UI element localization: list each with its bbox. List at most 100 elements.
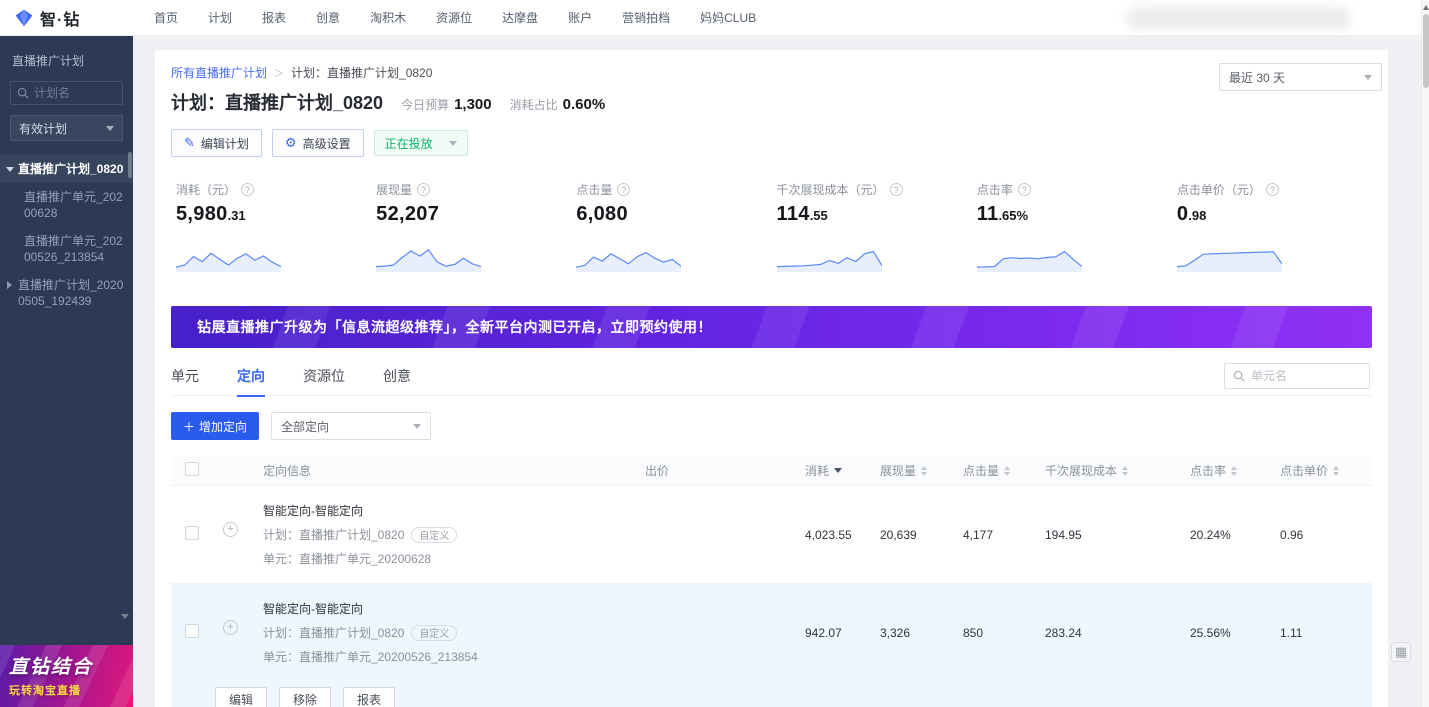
row-checkbox[interactable] — [185, 526, 199, 540]
breadcrumb-all-plans-link[interactable]: 所有直播推广计划 — [171, 64, 267, 81]
targeting-table: 定向信息 出价 消耗 展现量 点击量 千次展现成本 点击率 点击单价 + 智能定… — [171, 456, 1372, 707]
help-icon[interactable]: ? — [417, 183, 430, 196]
scrollbar-thumb[interactable] — [1423, 14, 1429, 88]
metric-clicks: 点击量 ? 6,080 — [571, 181, 771, 272]
add-targeting-button[interactable]: ＋ 增加定向 — [171, 412, 259, 440]
upgrade-notice-banner[interactable]: 钻展直播推广升级为「信息流超级推荐」，全新平台内测已开启，立即预约使用！ — [171, 306, 1372, 348]
nav-item-placement[interactable]: 资源位 — [436, 9, 472, 26]
plan-search-box[interactable] — [10, 81, 123, 105]
targeting-filter-select[interactable]: 全部定向 — [271, 412, 431, 440]
row-plan-label: 计划：直播推广计划_0820 — [263, 624, 404, 641]
promo-banner[interactable]: 直钻结合 玩转淘宝直播 — [0, 645, 133, 707]
tab-units[interactable]: 单元 — [171, 356, 199, 396]
row-plan-label: 计划：直播推广计划_0820 — [263, 526, 404, 543]
content-panel: 所有直播推广计划 ＞ 计划：直播推广计划_0820 最近 30 天 计划：直播推… — [155, 50, 1388, 707]
unit-search-input[interactable] — [1251, 369, 1361, 383]
tree-item-label: 直播推广计划_20200505_192439 — [18, 278, 123, 308]
tree-item-campaign-20200505[interactable]: 直播推广计划_20200505_192439 — [0, 271, 133, 315]
tab-creatives[interactable]: 创意 — [383, 356, 411, 396]
search-icon — [1233, 370, 1245, 382]
sidebar-scroll-down-icon[interactable] — [121, 614, 129, 619]
edit-plan-button[interactable]: ✎ 编辑计划 — [171, 129, 262, 157]
cell-clicks: 850 — [963, 626, 1045, 640]
table-header-row: 定向信息 出价 消耗 展现量 点击量 千次展现成本 点击率 点击单价 — [171, 456, 1372, 486]
promo-subtitle: 玩转淘宝直播 — [9, 682, 124, 698]
tree-item-label: 直播推广单元_20200628 — [24, 190, 123, 220]
tab-targeting[interactable]: 定向 — [237, 356, 265, 396]
sort-icon[interactable] — [921, 466, 927, 476]
sort-icon[interactable] — [1333, 466, 1339, 476]
breadcrumb-current: 计划：直播推广计划_0820 — [291, 64, 432, 81]
nav-item-home[interactable]: 首页 — [154, 9, 178, 26]
tab-placements[interactable]: 资源位 — [303, 356, 345, 396]
metric-cost: 消耗（元） ? 5,980.31 — [171, 181, 371, 272]
topbar: 智·钻 首页 计划 报表 创意 淘积木 资源位 达摩盘 账户 营销拍档 妈妈CL… — [0, 0, 1429, 36]
breadcrumb-separator: ＞ — [274, 65, 284, 80]
col-ctr[interactable]: 点击率 — [1190, 462, 1226, 479]
detail-tabs: 单元 定向 资源位 创意 — [171, 356, 1372, 396]
nav-item-account[interactable]: 账户 — [568, 9, 592, 26]
tree-item-unit-20200526[interactable]: 直播推广单元_20200526_213854 — [0, 227, 133, 271]
chevron-down-icon — [106, 126, 114, 131]
app-logo[interactable]: 智·钻 — [0, 6, 140, 30]
nav-item-marketing-partner[interactable]: 营销拍档 — [622, 9, 670, 26]
cell-ctr: 25.56% — [1190, 626, 1280, 640]
plan-status-filter[interactable]: 有效计划 — [10, 115, 123, 141]
nav-item-damopan[interactable]: 达摩盘 — [502, 9, 538, 26]
sort-icon[interactable] — [1231, 466, 1237, 476]
help-icon[interactable]: ? — [890, 183, 903, 196]
help-icon[interactable]: ? — [1266, 183, 1279, 196]
chevron-down-icon[interactable] — [6, 167, 14, 172]
campaign-tree: 直播推广计划_0820 直播推广单元_20200628 直播推广单元_20200… — [0, 155, 133, 315]
cell-cost: 4,023.55 — [805, 528, 880, 542]
col-impressions[interactable]: 展现量 — [880, 462, 916, 479]
col-cost[interactable]: 消耗 — [805, 462, 829, 479]
tree-item-campaign-0820[interactable]: 直播推广计划_0820 — [0, 155, 133, 183]
date-range-select[interactable]: 最近 30 天 — [1219, 63, 1382, 91]
expand-row-icon[interactable]: + — [223, 522, 238, 537]
col-cpm[interactable]: 千次展现成本 — [1045, 462, 1117, 479]
cell-cost: 942.07 — [805, 626, 880, 640]
report-row-button[interactable]: 报表 — [343, 687, 395, 707]
main-area: 所有直播推广计划 ＞ 计划：直播推广计划_0820 最近 30 天 计划：直播推… — [133, 36, 1421, 707]
metric-sparkline — [376, 238, 481, 272]
sort-icon[interactable] — [1122, 466, 1128, 476]
help-icon[interactable]: ? — [617, 183, 630, 196]
scroll-up-icon[interactable] — [1423, 5, 1429, 10]
expand-row-icon[interactable]: + — [223, 620, 238, 635]
select-all-checkbox[interactable] — [185, 462, 199, 476]
promo-title: 直钻结合 — [9, 652, 124, 679]
col-clicks[interactable]: 点击量 — [963, 462, 999, 479]
page-title: 计划：直播推广计划_0820 — [171, 89, 383, 115]
sidebar-scrollbar-thumb[interactable] — [128, 152, 132, 178]
targeting-name[interactable]: 智能定向-智能定向 — [263, 502, 457, 519]
tree-item-unit-20200628[interactable]: 直播推广单元_20200628 — [0, 183, 133, 227]
nav-item-creative[interactable]: 创意 — [316, 9, 340, 26]
sort-icon[interactable] — [1004, 466, 1010, 476]
sort-desc-icon[interactable] — [834, 468, 842, 473]
row-checkbox[interactable] — [185, 624, 199, 638]
plus-icon: ＋ — [183, 418, 195, 435]
delivery-status-select[interactable]: 正在投放 — [374, 130, 468, 156]
metric-impressions: 展现量 ? 52,207 — [371, 181, 571, 272]
help-icon[interactable]: ? — [1018, 183, 1031, 196]
top-nav: 首页 计划 报表 创意 淘积木 资源位 达摩盘 账户 营销拍档 妈妈CLUB — [154, 9, 756, 26]
remove-row-button[interactable]: 移除 — [279, 687, 331, 707]
chevron-right-icon[interactable] — [7, 281, 12, 289]
targeting-name[interactable]: 智能定向-智能定向 — [263, 600, 478, 617]
help-icon[interactable]: ? — [241, 183, 254, 196]
custom-tag: 自定义 — [411, 625, 457, 641]
nav-item-taojimu[interactable]: 淘积木 — [370, 9, 406, 26]
nav-item-mama-club[interactable]: 妈妈CLUB — [700, 9, 756, 26]
nav-item-report[interactable]: 报表 — [262, 9, 286, 26]
unit-search-box[interactable] — [1224, 363, 1370, 389]
col-cpc[interactable]: 点击单价 — [1280, 462, 1328, 479]
plan-search-input[interactable] — [34, 86, 116, 100]
advanced-settings-button[interactable]: ⚙ 高级设置 — [272, 129, 364, 157]
pencil-icon: ✎ — [184, 135, 195, 151]
edit-row-button[interactable]: 编辑 — [215, 687, 267, 707]
nav-item-plan[interactable]: 计划 — [208, 9, 232, 26]
page-scrollbar[interactable] — [1421, 0, 1429, 707]
qr-widget-icon[interactable]: ▦ — [1391, 642, 1411, 662]
cell-clicks: 4,177 — [963, 528, 1045, 542]
